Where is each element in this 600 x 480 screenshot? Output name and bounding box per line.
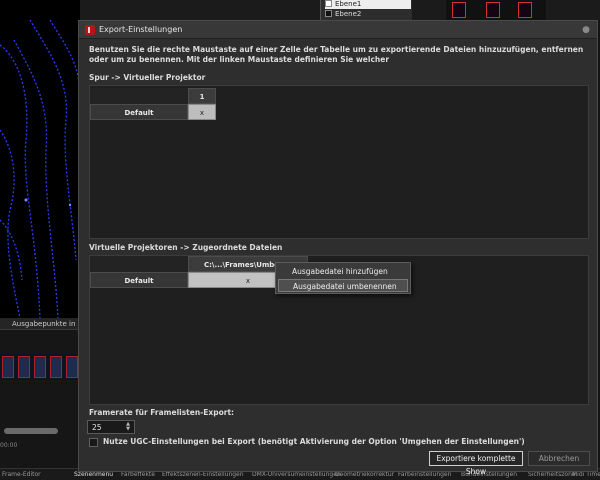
app-logo-icon [85, 25, 95, 35]
tab-ausgabepunkte[interactable]: Ausgabepunkte in [12, 318, 75, 330]
table-cell[interactable]: x [188, 104, 216, 120]
panel-tab-row: Ausgabepunkte in [0, 318, 80, 330]
row-header[interactable]: Default [90, 272, 188, 288]
frame-thumbnails [446, 0, 546, 20]
spin-arrows[interactable]: ▲ ▼ [124, 422, 132, 432]
timeline-frame[interactable] [66, 356, 78, 378]
export-show-button[interactable]: Exportiere komplette Show [429, 451, 523, 476]
column-header[interactable]: 1 [188, 88, 216, 104]
laser-path-preview [0, 19, 81, 319]
timeline-time: 00:00 [0, 442, 18, 449]
cell-context-menu: Ausgabedatei hinzufügen Ausgabedatei umb… [275, 262, 411, 294]
layer-checkbox[interactable] [325, 10, 332, 17]
laser-preview-canvas[interactable] [0, 0, 81, 319]
ugc-settings-label[interactable]: Nutze UGC-Einstellungen bei Export (benö… [103, 437, 525, 446]
section-projector-files-label: Virtuelle Projektoren -> Zugeordnete Dat… [89, 243, 283, 252]
layer-label: Ebene2 [335, 10, 362, 18]
timeline-frame[interactable] [34, 356, 46, 378]
menu-item-add-output[interactable]: Ausgabedatei hinzufügen [278, 265, 408, 278]
export-settings-dialog: Export-Einstellungen ● Benutzen Sie die … [78, 20, 598, 476]
tab-frame-editor[interactable]: Frame-Editor [2, 470, 41, 480]
dialog-title: Export-Einstellungen [99, 25, 183, 34]
frame-thumbnail[interactable] [452, 2, 466, 18]
table-corner [90, 256, 188, 272]
framerate-spinbox[interactable]: 25 ▲ ▼ [87, 420, 135, 434]
track-projector-table: 1 Default x [89, 85, 589, 239]
layer-item[interactable]: Ebene1 [325, 0, 411, 9]
timeline-frame[interactable] [18, 356, 30, 378]
info-text: Benutzen Sie die rechte Maustaste auf ei… [89, 45, 584, 64]
timeline-track[interactable] [0, 354, 80, 380]
table-corner [90, 88, 188, 104]
framerate-value[interactable]: 25 [92, 421, 102, 434]
spin-down-icon[interactable]: ▼ [124, 427, 132, 432]
dialog-titlebar[interactable]: Export-Einstellungen ● [79, 21, 597, 39]
section-track-projector-label: Spur -> Virtueller Projektor [89, 73, 206, 82]
layer-label: Ebene1 [335, 0, 362, 8]
timeline-scrollbar[interactable] [4, 428, 58, 434]
framerate-label: Framerate für Framelisten-Export: [89, 408, 235, 417]
timeline-frame[interactable] [50, 356, 62, 378]
close-icon[interactable]: ● [581, 25, 591, 35]
timeline-area [0, 318, 80, 480]
menu-item-rename-output[interactable]: Ausgabedatei umbenennen [278, 279, 408, 292]
timeline-frame[interactable] [2, 356, 14, 378]
frame-thumbnail[interactable] [518, 2, 532, 18]
layer-list: Ebene1 Ebene2 [320, 0, 412, 20]
layer-item[interactable]: Ebene2 [325, 10, 411, 19]
row-header[interactable]: Default [90, 104, 188, 120]
ugc-settings-checkbox[interactable] [89, 438, 98, 447]
layer-checkbox[interactable] [325, 0, 332, 7]
cancel-button[interactable]: Abbrechen [528, 451, 590, 466]
frame-thumbnail[interactable] [486, 2, 500, 18]
